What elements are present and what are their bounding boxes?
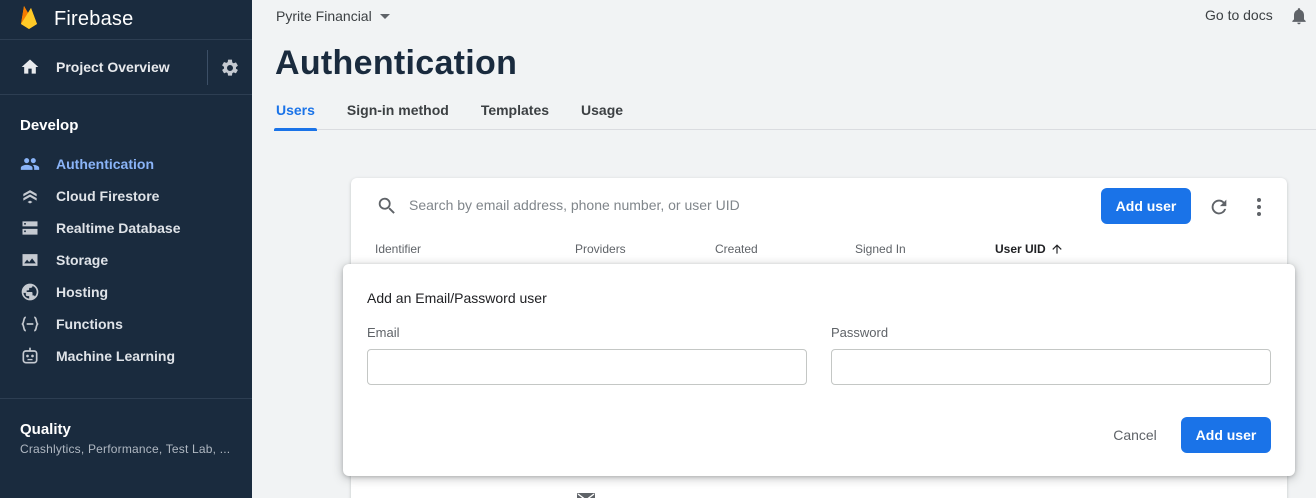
sidebar-item-label: Cloud Firestore <box>56 188 160 204</box>
go-to-docs-link[interactable]: Go to docs <box>1205 7 1273 23</box>
column-header-label: User UID <box>995 242 1046 256</box>
firebase-flame-icon <box>21 5 37 29</box>
dialog-title: Add an Email/Password user <box>367 290 547 306</box>
dialog-add-user-button[interactable]: Add user <box>1181 417 1271 453</box>
develop-section-title: Develop <box>20 117 79 134</box>
sidebar-item-realtime-database[interactable]: Realtime Database <box>0 212 252 244</box>
project-overview-row: Project Overview <box>0 40 252 95</box>
column-header-signed-in[interactable]: Signed In <box>855 242 906 256</box>
sidebar-item-cloud-firestore[interactable]: Cloud Firestore <box>0 180 252 212</box>
search-icon <box>378 197 395 214</box>
quality-section-subtitle: Crashlytics, Performance, Test Lab, ... <box>20 442 231 456</box>
add-user-dialog: Add an Email/Password user Email Passwor… <box>343 264 1295 476</box>
quality-section[interactable]: Quality Crashlytics, Performance, Test L… <box>0 398 252 456</box>
home-icon[interactable] <box>20 57 40 77</box>
email-field[interactable] <box>367 349 807 385</box>
globe-icon <box>21 283 39 301</box>
tab-sign-in-method[interactable]: Sign-in method <box>347 100 449 130</box>
project-name: Pyrite Financial <box>276 8 372 24</box>
functions-icon <box>21 316 39 332</box>
sidebar: Firebase Project Overview Develop Authen… <box>0 0 252 498</box>
column-header-identifier[interactable]: Identifier <box>375 242 421 256</box>
sidebar-item-storage[interactable]: Storage <box>0 244 252 276</box>
password-label: Password <box>831 325 889 340</box>
chevron-down-icon <box>379 13 390 19</box>
password-field[interactable] <box>831 349 1271 385</box>
tab-bar: Users Sign-in method Templates Usage <box>274 100 1316 131</box>
sidebar-item-label: Realtime Database <box>56 220 181 236</box>
bell-icon[interactable] <box>1289 6 1309 26</box>
brand-header[interactable]: Firebase <box>0 0 252 40</box>
search-input[interactable] <box>409 193 1009 217</box>
sidebar-item-label: Hosting <box>56 284 109 300</box>
column-header-user-uid[interactable]: User UID <box>995 242 1064 256</box>
firestore-icon <box>23 190 37 204</box>
gear-icon[interactable] <box>220 58 240 78</box>
main-content: Pyrite Financial Go to docs Authenticati… <box>252 0 1316 498</box>
refresh-icon[interactable] <box>1208 196 1230 218</box>
sidebar-item-label: Authentication <box>56 156 154 172</box>
tab-users[interactable]: Users <box>274 100 317 131</box>
mail-icon <box>577 493 595 498</box>
quality-section-title: Quality <box>20 421 71 438</box>
tab-usage[interactable]: Usage <box>581 100 623 130</box>
tab-templates[interactable]: Templates <box>481 100 549 130</box>
column-header-providers[interactable]: Providers <box>575 242 626 256</box>
sidebar-item-label: Functions <box>56 316 123 332</box>
arrow-up-icon <box>1052 244 1062 254</box>
project-overview-link[interactable]: Project Overview <box>56 59 170 75</box>
sidebar-item-functions[interactable]: Functions <box>0 308 252 340</box>
sidebar-item-machine-learning[interactable]: Machine Learning <box>0 340 252 372</box>
sidebar-item-hosting[interactable]: Hosting <box>0 276 252 308</box>
add-user-button[interactable]: Add user <box>1101 188 1191 224</box>
page-title: Authentication <box>275 44 518 82</box>
brand-name: Firebase <box>54 8 134 30</box>
users-icon <box>20 158 40 170</box>
storage-icon <box>22 254 38 266</box>
sidebar-item-authentication[interactable]: Authentication <box>0 148 252 180</box>
project-selector[interactable]: Pyrite Financial <box>276 8 390 24</box>
divider <box>207 50 208 85</box>
sidebar-item-label: Storage <box>56 252 109 268</box>
cancel-button[interactable]: Cancel <box>1103 417 1167 453</box>
more-vert-icon[interactable] <box>1249 196 1269 218</box>
email-label: Email <box>367 325 400 340</box>
database-icon <box>22 221 38 235</box>
robot-icon <box>22 347 38 364</box>
develop-nav: Authentication Cloud Firestore Realtime … <box>0 148 252 372</box>
sidebar-item-label: Machine Learning <box>56 348 176 364</box>
column-header-created[interactable]: Created <box>715 242 758 256</box>
